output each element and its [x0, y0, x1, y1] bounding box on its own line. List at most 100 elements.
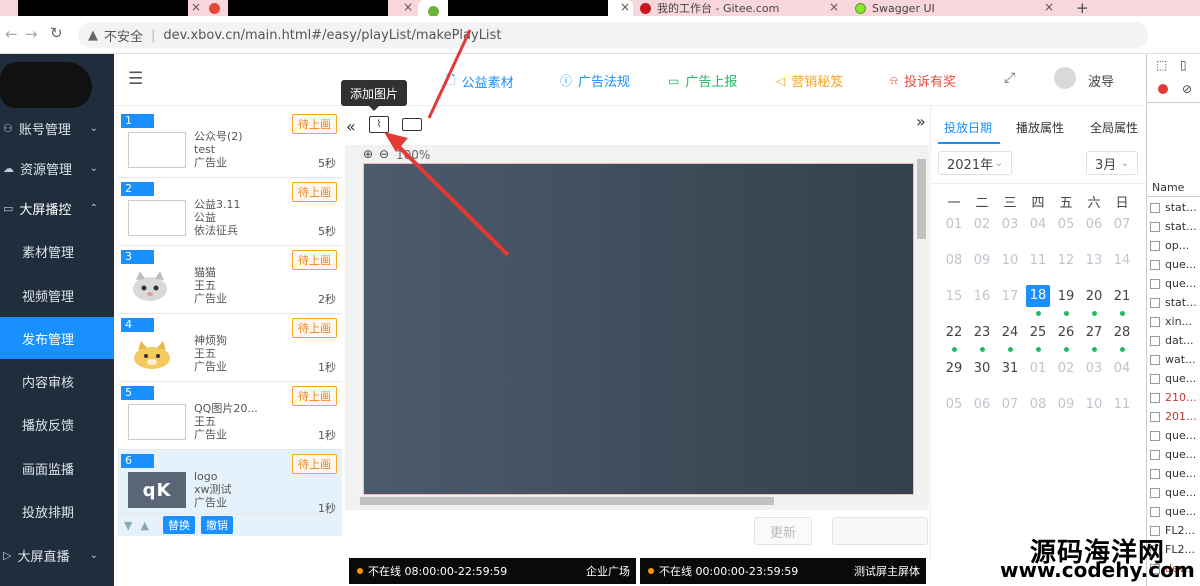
calendar-day[interactable]: 07 — [1110, 217, 1134, 232]
collapse-left-icon[interactable]: « — [346, 117, 356, 136]
vertical-scroll-thumb[interactable] — [917, 159, 926, 239]
collapse-right-icon[interactable]: » — [916, 112, 926, 131]
revoke-button[interactable]: 撤销 — [200, 516, 233, 534]
network-row[interactable]: que... — [1150, 445, 1200, 464]
calendar-day[interactable]: 31 — [998, 361, 1022, 376]
list-item[interactable]: 5 待上画 QQ图片20... 王五 广告业 1秒 — [118, 382, 342, 450]
header-link-complaint[interactable]: ⍾ 投诉有奖 — [890, 71, 956, 90]
calendar-day[interactable]: 10 — [998, 253, 1022, 268]
calendar-day[interactable]: 01 — [1026, 361, 1050, 376]
calendar-day[interactable]: 12 — [1054, 253, 1078, 268]
menu-collapse-icon[interactable]: ☰ — [128, 69, 143, 89]
new-tab-button[interactable]: + — [1076, 0, 1089, 16]
close-icon[interactable]: × — [612, 0, 632, 16]
calendar-day[interactable]: 08 — [1026, 397, 1050, 412]
calendar-day[interactable]: 07 — [998, 397, 1022, 412]
sidebar-item-material[interactable]: 素材管理 — [0, 231, 114, 271]
network-row[interactable]: que... — [1150, 483, 1200, 502]
url-field[interactable]: ▲ 不安全 | dev.xbov.cn/main.html#/easy/play… — [78, 22, 1148, 48]
calendar-day[interactable]: 08 — [942, 253, 966, 268]
calendar-day[interactable]: 05 — [1054, 217, 1078, 232]
close-icon[interactable]: × — [1044, 0, 1054, 14]
sidebar-item-publish[interactable]: 发布管理 — [0, 317, 114, 359]
calendar-day[interactable]: 16 — [970, 289, 994, 304]
tab-play-attr[interactable]: 播放属性 — [1016, 119, 1064, 136]
tab-close-icon[interactable]: × — [185, 0, 205, 16]
calendar-day[interactable]: 27 — [1082, 325, 1106, 340]
calendar-day[interactable]: 02 — [1054, 361, 1078, 376]
network-row[interactable]: wat... — [1150, 350, 1200, 369]
calendar-day[interactable]: 25 — [1026, 325, 1050, 340]
blurred-button[interactable] — [832, 517, 928, 545]
network-row[interactable]: que... — [1150, 369, 1200, 388]
fullscreen-icon[interactable]: ⤢ — [1004, 70, 1015, 86]
network-row[interactable]: 210... — [1150, 388, 1200, 407]
network-row[interactable]: op... — [1150, 236, 1200, 255]
close-icon[interactable]: × — [829, 0, 839, 14]
list-item[interactable]: 1 待上画 公众号(2) test 广告业 5秒 — [118, 110, 342, 178]
calendar-day[interactable]: 19 — [1054, 289, 1078, 304]
calendar-day[interactable]: 24 — [998, 325, 1022, 340]
network-row[interactable]: que... — [1150, 464, 1200, 483]
calendar-day[interactable]: 02 — [970, 217, 994, 232]
reload-icon[interactable]: ↻ — [50, 24, 63, 42]
forward-icon[interactable]: → — [25, 25, 38, 43]
calendar-day[interactable]: 21 — [1110, 289, 1134, 304]
calendar-day[interactable]: 06 — [1082, 217, 1106, 232]
sidebar-item-account[interactable]: ⚇ 账号管理 ⌄ — [0, 108, 114, 148]
calendar-day[interactable]: 26 — [1054, 325, 1078, 340]
calendar-day[interactable]: 28 — [1110, 325, 1134, 340]
calendar-day[interactable]: 17 — [998, 289, 1022, 304]
calendar-day[interactable]: 03 — [1082, 361, 1106, 376]
username[interactable]: 波导 — [1088, 71, 1114, 90]
network-row[interactable]: que... — [1150, 255, 1200, 274]
header-link-report[interactable]: ▭ 广告上报 — [668, 71, 737, 91]
calendar-day[interactable]: 10 — [1082, 397, 1106, 412]
calendar-day[interactable]: 20 — [1082, 289, 1106, 304]
screen-timeline-1[interactable]: 不在线 08:00:00-22:59:59 企业广场 — [349, 558, 636, 584]
screen-timeline-2[interactable]: 不在线 00:00:00-23:59:59 测试屏主屏体 — [640, 558, 926, 584]
calendar-day[interactable]: 05 — [942, 397, 966, 412]
sidebar-item-video[interactable]: 视频管理 — [0, 275, 114, 315]
year-select[interactable]: 2021年 ⌄ — [938, 151, 1012, 175]
sidebar-item-feedback[interactable]: 播放反馈 — [0, 404, 114, 444]
calendar-day[interactable]: 30 — [970, 361, 994, 376]
calendar-day[interactable]: 14 — [1110, 253, 1134, 268]
month-select[interactable]: 3月 ⌄ — [1086, 151, 1138, 175]
zoom-in-icon[interactable]: ⊕ — [363, 147, 373, 161]
network-row[interactable]: que... — [1150, 426, 1200, 445]
header-link-marketing[interactable]: ◁ 营销秘笈 — [776, 71, 843, 91]
calendar-day[interactable]: 15 — [942, 289, 966, 304]
network-row[interactable]: que... — [1150, 274, 1200, 293]
network-row[interactable]: dat... — [1150, 331, 1200, 350]
back-icon[interactable]: ← — [5, 25, 18, 43]
sidebar-item-screen-control[interactable]: ▭ 大屏播控 ⌃ — [0, 188, 114, 228]
sidebar-item-live[interactable]: ▷ 大屏直播 ⌄ — [0, 535, 114, 575]
clear-icon[interactable]: ⊘ — [1182, 82, 1192, 96]
network-row[interactable]: 201... — [1150, 407, 1200, 426]
calendar-day-selected[interactable]: 18 — [1026, 285, 1050, 307]
device-icon[interactable]: ▯ — [1180, 58, 1187, 72]
calendar-day[interactable]: 09 — [970, 253, 994, 268]
calendar-day[interactable]: 06 — [970, 397, 994, 412]
list-item[interactable]: 3 待上画 猫猫 王五 广告业 2秒 — [118, 246, 342, 314]
network-row[interactable]: xin... — [1150, 312, 1200, 331]
network-row[interactable]: stat... — [1150, 198, 1200, 217]
list-item[interactable]: 2 待上画 公益3.11 公益 依法征兵 5秒 — [118, 178, 342, 246]
calendar-day[interactable]: 22 — [942, 325, 966, 340]
calendar-day[interactable]: 11 — [1110, 397, 1134, 412]
horizontal-scroll-thumb[interactable] — [360, 497, 774, 505]
tab-play-date[interactable]: 投放日期 — [944, 119, 992, 136]
calendar-day[interactable]: 04 — [1110, 361, 1134, 376]
calendar-day[interactable]: 23 — [970, 325, 994, 340]
calendar-day[interactable]: 29 — [942, 361, 966, 376]
sidebar-item-resource[interactable]: ☁ 资源管理 ⌄ — [0, 148, 114, 188]
move-down-icon[interactable]: ▼ — [124, 519, 132, 532]
record-icon[interactable] — [1158, 84, 1168, 94]
calendar-day[interactable]: 09 — [1054, 397, 1078, 412]
browser-tab-swagger[interactable]: Swagger UI × — [855, 0, 1060, 16]
sidebar-item-monitor[interactable]: 画面监播 — [0, 448, 114, 488]
close-icon[interactable]: × — [395, 0, 415, 16]
calendar-day[interactable]: 03 — [998, 217, 1022, 232]
calendar-day[interactable]: 01 — [942, 217, 966, 232]
